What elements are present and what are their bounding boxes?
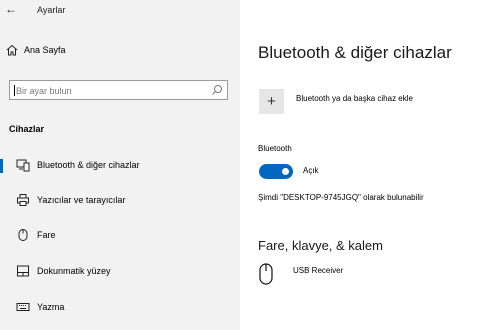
keyboard-icon — [16, 303, 30, 311]
bluetooth-devices-icon — [16, 159, 30, 172]
sidebar-item-label: Bluetooth & diğer cihazlar — [37, 160, 140, 170]
main-content: Bluetooth & diğer cihazlar + Bluetooth y… — [240, 0, 490, 330]
mouse-icon — [18, 229, 28, 241]
bluetooth-label: Bluetooth — [258, 144, 292, 153]
sidebar-item-label: Yazma — [37, 302, 65, 312]
search-icon[interactable] — [211, 84, 223, 96]
home-icon — [6, 44, 18, 56]
sidebar-item-label: Yazıcılar ve tarayıcılar — [37, 195, 126, 205]
section-title-mouse-keyboard-pen: Fare, klavye, & kalem — [258, 238, 383, 253]
back-arrow-icon[interactable]: ← — [5, 2, 17, 16]
device-name[interactable]: USB Receiver — [293, 266, 343, 275]
text-caret — [14, 85, 15, 96]
sidebar-item-printers[interactable]: Yazıcılar ve tarayıcılar — [0, 189, 240, 213]
section-label-devices: Cihazlar — [9, 124, 45, 134]
mouse-icon — [259, 263, 273, 285]
settings-search-box[interactable]: Bir ayar bulun — [9, 80, 228, 100]
nav-home[interactable]: Ana Sayfa — [0, 39, 240, 63]
search-placeholder: Bir ayar bulun — [16, 86, 72, 96]
sidebar-item-mouse[interactable]: Fare — [0, 224, 240, 248]
add-device-button[interactable]: + Bluetooth ya da başka cihaz ekle — [259, 89, 484, 115]
add-device-tile[interactable]: + — [259, 89, 284, 114]
sidebar-item-label: Dokunmatik yüzey — [37, 266, 111, 276]
sidebar-item-touchpad[interactable]: Dokunmatik yüzey — [0, 260, 240, 284]
sidebar-item-label: Fare — [37, 230, 56, 240]
discoverable-text: Şimdi "DESKTOP-9745JGQ" olarak bulunabil… — [258, 193, 424, 202]
printer-icon — [17, 194, 29, 206]
bluetooth-toggle-state: Açık — [303, 166, 319, 175]
page-title: Bluetooth & diğer cihazlar — [258, 43, 452, 62]
sidebar: ← Ayarlar Ana Sayfa Bir ayar bulun Cihaz… — [0, 0, 240, 330]
sidebar-item-bluetooth[interactable]: Bluetooth & diğer cihazlar — [0, 154, 240, 178]
add-device-label: Bluetooth ya da başka cihaz ekle — [296, 94, 413, 103]
sidebar-item-typing[interactable]: Yazma — [0, 296, 240, 320]
touchpad-icon — [17, 265, 29, 277]
plus-icon: + — [267, 93, 276, 110]
home-label: Ana Sayfa — [24, 45, 66, 55]
title-bar: ← Ayarlar — [0, 0, 240, 24]
bluetooth-toggle[interactable] — [259, 164, 293, 179]
app-title: Ayarlar — [37, 5, 66, 15]
toggle-knob — [282, 168, 289, 175]
